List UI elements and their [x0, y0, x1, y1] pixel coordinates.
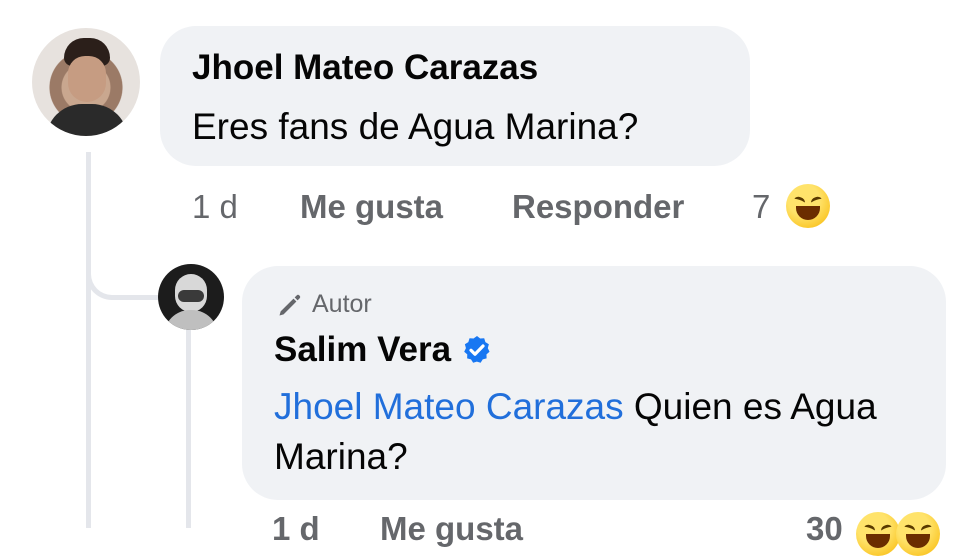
laughing-emoji-icon[interactable] [896, 512, 940, 556]
reply-button[interactable]: Responder [512, 188, 684, 226]
reply-like-button[interactable]: Me gusta [380, 510, 523, 548]
reply-text: Jhoel Mateo Carazas Quien es Agua Marina… [274, 382, 914, 482]
thread-connector [86, 228, 158, 300]
reply-thread-line [186, 330, 191, 528]
laughing-emoji-icon[interactable] [786, 184, 830, 228]
author-badge-label: Autor [312, 290, 372, 318]
comment-text: Eres fans de Agua Marina? [192, 106, 639, 147]
pencil-icon [279, 294, 301, 315]
reply-time[interactable]: 1 d [272, 510, 320, 548]
author-badge: Autor [276, 290, 372, 319]
reply-reaction-count[interactable]: 30 [806, 510, 843, 548]
comment-time[interactable]: 1 d [192, 188, 238, 226]
user-mention-link[interactable]: Jhoel Mateo Carazas [274, 386, 624, 427]
reply-avatar[interactable] [158, 264, 224, 330]
thread-line [86, 152, 91, 528]
laughing-emoji-icon[interactable] [856, 512, 900, 556]
verified-badge-icon [464, 336, 490, 363]
comment-author[interactable]: Jhoel Mateo Carazas [192, 48, 538, 88]
reaction-count[interactable]: 7 [752, 188, 770, 226]
like-button[interactable]: Me gusta [300, 188, 443, 226]
reply-author[interactable]: Salim Vera [274, 330, 451, 370]
avatar[interactable] [32, 28, 140, 136]
reply-author-row: Salim Vera [274, 330, 493, 370]
